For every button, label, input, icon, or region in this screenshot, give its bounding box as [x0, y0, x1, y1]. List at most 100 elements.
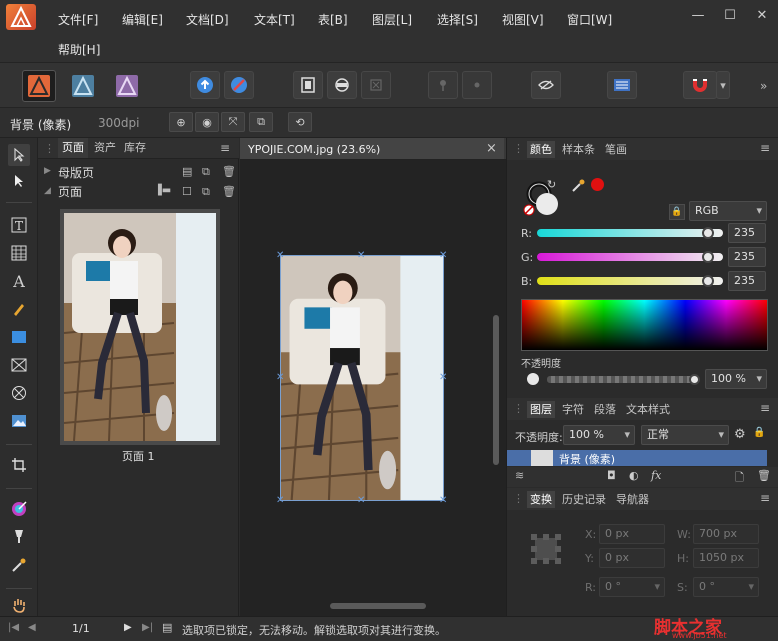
color-eyedropper-icon[interactable] [571, 179, 585, 196]
replace-image-icon[interactable]: ⧉ [249, 112, 273, 132]
layers-stack-icon[interactable]: ≋ [515, 469, 524, 482]
selection-handle-icon[interactable]: ✕ [357, 250, 365, 261]
r-slider[interactable] [537, 229, 723, 237]
fill-tool-icon[interactable] [8, 526, 30, 548]
swap-colors-icon[interactable]: ↻ [547, 178, 556, 191]
selected-image[interactable] [280, 255, 444, 501]
upload-icon[interactable] [190, 71, 220, 99]
node-tool-icon[interactable] [8, 170, 30, 192]
fx-icon[interactable]: fx [651, 469, 661, 482]
layer-row-background[interactable]: 背景 (像素) [507, 450, 767, 466]
table-tool-icon[interactable] [8, 242, 30, 264]
menu-file[interactable]: 文件[F] [58, 11, 98, 28]
master-add-icon[interactable]: ▤ [182, 165, 192, 178]
tab-pages[interactable]: 页面 [58, 138, 88, 158]
g-slider-handle[interactable] [702, 251, 715, 263]
document-canvas[interactable]: ✕ ✕ ✕ ✕ ✕ ✕ ✕ ✕ [240, 160, 506, 616]
color-picker-wheel-icon[interactable] [8, 498, 30, 520]
app-logo-icon[interactable] [6, 4, 36, 30]
menu-help[interactable]: 帮助[H] [58, 41, 100, 58]
page-duplicate-icon[interactable]: ⧉ [202, 185, 210, 199]
pages-panel-menu-icon[interactable]: ≡ [220, 141, 230, 155]
r-slider-handle[interactable] [702, 227, 715, 239]
lock-icon[interactable]: 🔒 [669, 204, 685, 220]
b-value-field[interactable]: 235 [728, 271, 766, 291]
document-close-button[interactable]: × [486, 141, 497, 156]
prev-page-icon[interactable]: ◀ [28, 622, 36, 633]
h-field[interactable]: 1050 px [693, 548, 759, 568]
text-frame-tool-icon[interactable]: T [8, 214, 30, 236]
hand-tool-icon[interactable] [8, 594, 30, 616]
fit-icon[interactable]: ⤧ [221, 112, 245, 132]
opacity-value-field[interactable]: 100 % ▾ [705, 369, 767, 389]
color-model-select[interactable]: RGB ▾ [689, 201, 767, 221]
master-delete-icon[interactable]: 🗑 [222, 165, 236, 178]
tab-swatches[interactable]: 样本条 [562, 141, 595, 158]
preview-eye-icon[interactable] [531, 71, 561, 99]
layer-opacity-field[interactable]: 100 % ▾ [563, 425, 635, 445]
vertical-scrollbar[interactable] [493, 315, 499, 465]
selection-handle-icon[interactable]: ✕ [439, 372, 447, 383]
eyedropper-tool-icon[interactable] [8, 554, 30, 576]
tab-character[interactable]: 字符 [562, 401, 584, 418]
page-delete-icon[interactable]: 🗑 [222, 185, 236, 198]
add-layer-icon[interactable]: 🗋 [735, 469, 744, 488]
ellipse-frame-tool-icon[interactable] [8, 382, 30, 404]
g-value-field[interactable]: 235 [728, 247, 766, 267]
designer-persona-icon[interactable] [66, 70, 100, 102]
menu-table[interactable]: 表[B] [318, 11, 348, 28]
r-value-field[interactable]: 235 [728, 223, 766, 243]
opacity-slider-handle[interactable] [689, 374, 700, 385]
tab-text-styles[interactable]: 文本样式 [626, 401, 670, 418]
menu-text[interactable]: 文本[T] [254, 11, 295, 28]
layer-lock-icon[interactable]: 🔒 [753, 427, 765, 438]
photo-persona-icon[interactable] [110, 70, 144, 102]
layer-settings-gear-icon[interactable]: ⚙ [734, 427, 746, 442]
color-panel-menu-icon[interactable]: ≡ [760, 141, 770, 155]
horizontal-scrollbar[interactable] [330, 603, 426, 609]
crosshair-icon[interactable]: ⊕ [169, 112, 193, 132]
menu-view[interactable]: 视图[V] [502, 11, 544, 28]
selection-handle-icon[interactable]: ✕ [276, 250, 284, 261]
selection-handle-icon[interactable]: ✕ [276, 372, 284, 383]
menu-edit[interactable]: 编辑[E] [122, 11, 163, 28]
tab-layers[interactable]: 图层 [527, 401, 555, 418]
selection-handle-icon[interactable]: ✕ [439, 250, 447, 261]
maximize-button[interactable]: ☐ [720, 8, 740, 23]
tab-stock[interactable]: 库存 [124, 138, 146, 158]
move-tool-icon[interactable] [8, 144, 30, 166]
share-icon[interactable] [224, 71, 254, 99]
crop-tool-icon[interactable] [8, 454, 30, 476]
x-field[interactable]: 0 px [599, 524, 665, 544]
text-wrap-icon[interactable] [607, 71, 637, 99]
layer-name[interactable]: 背景 (像素) [559, 451, 615, 467]
shear-field[interactable]: 0 ° ▾ [693, 577, 759, 597]
first-page-icon[interactable]: |◀ [8, 622, 19, 633]
selection-handle-icon[interactable]: ✕ [357, 495, 365, 506]
tab-assets[interactable]: 资产 [94, 138, 116, 158]
snapping-dropdown-icon[interactable]: ▾ [716, 71, 730, 99]
menu-document[interactable]: 文档[D] [186, 11, 229, 28]
rotate-icon[interactable]: ⟲ [288, 112, 312, 132]
publisher-persona-icon[interactable] [22, 70, 56, 102]
spread-mode-icon[interactable]: ▐▬ [154, 185, 171, 196]
page-frame-icon[interactable] [293, 71, 323, 99]
rotation-field[interactable]: 0 ° ▾ [599, 577, 665, 597]
last-page-icon[interactable]: ▶| [142, 622, 153, 633]
selection-handle-icon[interactable]: ✕ [276, 495, 284, 506]
blend-mode-select[interactable]: 正常 ▾ [641, 425, 729, 445]
delete-layer-icon[interactable]: 🗑 [757, 469, 771, 482]
y-field[interactable]: 0 px [599, 548, 665, 568]
rectangle-tool-icon[interactable] [8, 326, 30, 348]
close-window-button[interactable]: ✕ [752, 8, 772, 23]
adjustment-icon[interactable]: ◐ [629, 469, 639, 482]
layers-panel-menu-icon[interactable]: ≡ [760, 401, 770, 415]
recent-color-swatch[interactable] [591, 178, 604, 191]
minimize-button[interactable]: — [688, 8, 708, 23]
artistic-text-tool-icon[interactable]: A [8, 270, 30, 292]
page-add-icon[interactable]: ☐ [182, 185, 192, 198]
mask-icon[interactable]: ◘ [607, 469, 616, 482]
menu-layer[interactable]: 图层[L] [372, 11, 412, 28]
document-tab-title[interactable]: YPOJIE.COM.jpg (23.6%) [248, 143, 380, 156]
pages-expand-icon[interactable]: ◢ [44, 186, 51, 196]
